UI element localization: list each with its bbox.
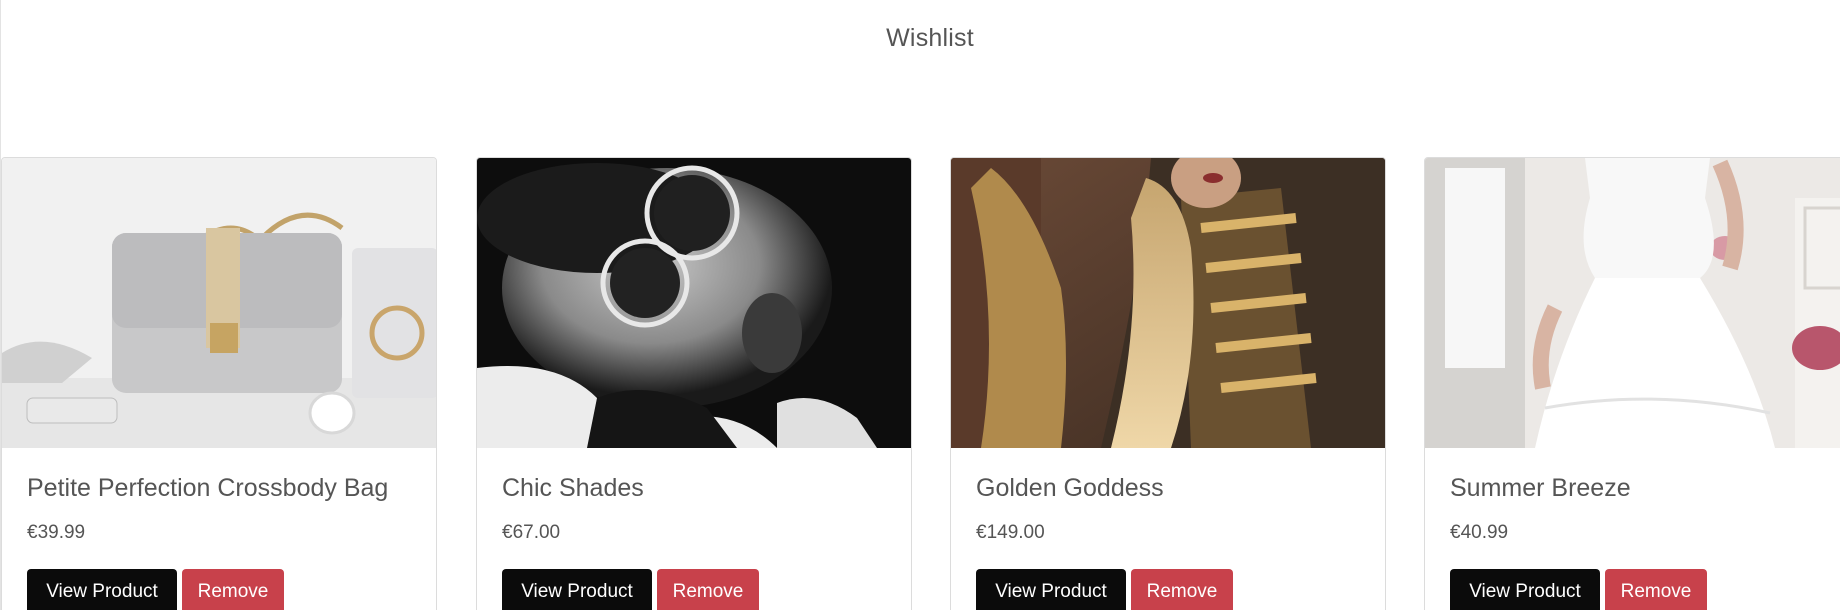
page-title: Wishlist bbox=[886, 24, 974, 52]
wishlist-card: Summer Breeze €40.99 View Product Remove bbox=[1424, 157, 1840, 610]
product-price: €39.99 bbox=[27, 522, 86, 543]
remove-button[interactable]: Remove bbox=[1131, 569, 1233, 610]
product-image-white-dress[interactable] bbox=[1425, 158, 1840, 448]
product-name: Petite Perfection Crossbody Bag bbox=[27, 474, 389, 502]
view-product-button[interactable]: View Product bbox=[27, 569, 177, 610]
product-name: Golden Goddess bbox=[976, 474, 1164, 502]
product-price: €149.00 bbox=[976, 522, 1045, 543]
wishlist-page: Wishlist Chic Shades €67.00 View Product… bbox=[0, 0, 1840, 610]
remove-button[interactable]: Remove bbox=[1605, 569, 1707, 610]
remove-button[interactable]: Remove bbox=[657, 569, 759, 610]
wishlist-card: Petite Perfection Crossbody Bag €39.99 V… bbox=[1, 157, 437, 610]
view-product-button[interactable]: View Product bbox=[502, 569, 652, 610]
product-name: Summer Breeze bbox=[1450, 474, 1631, 502]
product-image-crossbody-bag[interactable] bbox=[2, 158, 436, 448]
product-price: €67.00 bbox=[502, 522, 561, 543]
view-product-button[interactable]: View Product bbox=[1450, 569, 1600, 610]
product-image-sunglasses[interactable] bbox=[477, 158, 911, 448]
wishlist-card: Golden Goddess €149.00 View Product Remo… bbox=[950, 157, 1386, 610]
product-image-gold-top[interactable] bbox=[951, 158, 1385, 448]
wishlist-card: Chic Shades €67.00 View Product Remove bbox=[476, 157, 912, 610]
product-name: Chic Shades bbox=[502, 474, 644, 502]
remove-button[interactable]: Remove bbox=[182, 569, 284, 610]
view-product-button[interactable]: View Product bbox=[976, 569, 1126, 610]
product-price: €40.99 bbox=[1450, 522, 1509, 543]
